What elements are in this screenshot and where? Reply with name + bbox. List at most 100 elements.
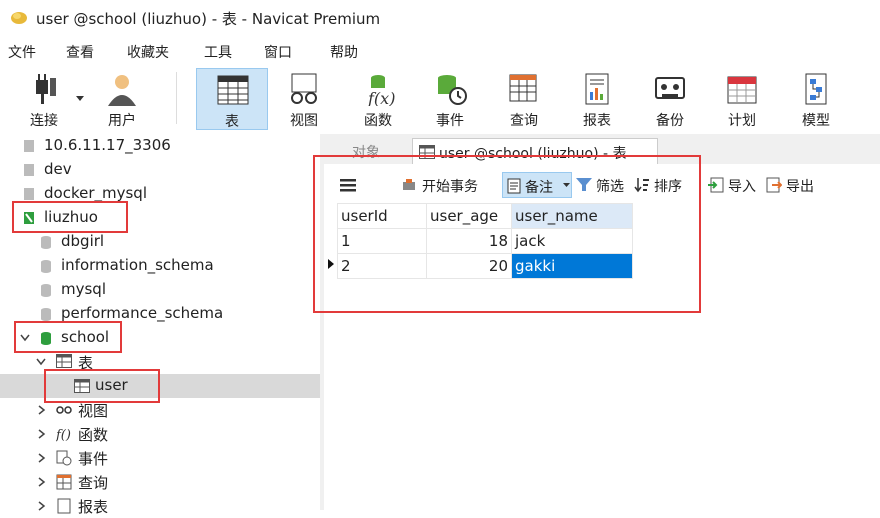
schedule-button[interactable]: 计划 [706, 68, 778, 130]
view-label: 视图 [290, 113, 318, 129]
user-button[interactable]: 用户 [86, 68, 158, 130]
table-icon [217, 75, 249, 105]
database-icon [41, 260, 51, 273]
chevron-down-icon[interactable] [36, 358, 46, 366]
export-icon [766, 177, 782, 193]
table-row[interactable]: 1 18 jack [337, 228, 633, 254]
cell-userid[interactable]: 1 [337, 228, 427, 254]
tree-item-events[interactable]: 事件 [0, 446, 320, 470]
database-item[interactable]: performance_schema [0, 302, 320, 326]
connection-icon [24, 188, 34, 200]
sort-button[interactable]: 排序 [634, 172, 690, 198]
connection-icon [24, 140, 34, 152]
database-item[interactable]: mysql [0, 278, 320, 302]
report-button[interactable]: 报表 [561, 68, 633, 130]
filter-button[interactable]: 筛选 [576, 172, 632, 198]
tab-user-table[interactable]: user @school (liuzhuo) - 表 [412, 138, 658, 164]
menu-view[interactable]: 查看 [66, 42, 94, 62]
cell-user-age[interactable]: 18 [426, 228, 512, 254]
chevron-down-icon[interactable] [20, 334, 30, 342]
chevron-right-icon[interactable] [38, 429, 46, 439]
dropdown-arrow-icon[interactable] [563, 183, 570, 188]
report-icon [585, 73, 609, 105]
connect-button[interactable]: 连接 [8, 68, 80, 130]
table-icon [74, 379, 90, 393]
tab-objects[interactable]: 对象 [324, 138, 408, 164]
menu-favorites[interactable]: 收藏夹 [127, 42, 169, 62]
connection-item-liuzhuo[interactable]: liuzhuo [0, 206, 320, 230]
svg-text:f(): f() [56, 428, 71, 442]
function-button[interactable]: f(x) 函数 [342, 68, 414, 130]
import-button[interactable]: 导入 [708, 172, 764, 198]
column-header-user-name[interactable]: user_name [511, 203, 633, 229]
import-icon [708, 177, 724, 193]
transaction-icon [403, 179, 415, 190]
connect-label: 连接 [30, 113, 58, 129]
hamburger-menu-button[interactable] [338, 172, 358, 198]
chevron-right-icon[interactable] [38, 405, 46, 415]
query-icon [56, 474, 72, 490]
title-bar: user @school (liuzhuo) - 表 - Navicat Pre… [0, 0, 880, 36]
database-item[interactable]: dbgirl [0, 230, 320, 254]
user-label: 用户 [108, 113, 136, 129]
tree-item-tables[interactable]: 表 [0, 350, 320, 374]
column-header-user-age[interactable]: user_age [426, 203, 512, 229]
database-icon [41, 308, 51, 321]
database-item-school[interactable]: school [0, 326, 320, 350]
query-icon [509, 74, 537, 102]
navigation-pane: 10.6.11.17_3306 dev docker_mysql liuzhuo… [0, 134, 320, 516]
backup-icon [655, 77, 685, 99]
connection-item[interactable]: dev [0, 158, 320, 182]
view-icon [56, 406, 72, 414]
table-label: 表 [225, 114, 239, 130]
menu-help[interactable]: 帮助 [330, 42, 358, 62]
note-button[interactable]: 备注 [502, 172, 572, 198]
cell-userid[interactable]: 2 [337, 253, 427, 279]
connection-icon [24, 164, 34, 176]
event-icon [438, 75, 467, 105]
header-row: userId user_age user_name [337, 203, 633, 229]
menu-icon [340, 179, 356, 192]
main-toolbar: 连接 用户 表 视图 f(x) 函数 事件 查询 报表 备份 计划 模型 [0, 66, 880, 132]
cell-user-name[interactable]: jack [511, 228, 633, 254]
tab-strip: 对象 user @school (liuzhuo) - 表 [324, 134, 880, 164]
query-label: 查询 [510, 113, 538, 129]
report-icon [57, 498, 71, 514]
tree-item-reports[interactable]: 报表 [0, 494, 320, 518]
tree-item-user-table[interactable]: user [0, 374, 320, 398]
view-button[interactable]: 视图 [268, 68, 340, 130]
model-button[interactable]: 模型 [780, 68, 852, 130]
event-icon [56, 450, 72, 466]
table-toolbar: 开始事务 备注 筛选 排序 导入 导出 [324, 168, 880, 202]
query-button[interactable]: 查询 [488, 68, 560, 130]
export-button[interactable]: 导出 [766, 172, 822, 198]
menu-window[interactable]: 窗口 [264, 42, 292, 62]
begin-transaction-button[interactable]: 开始事务 [400, 172, 496, 198]
table-row[interactable]: 2 20 gakki [337, 253, 633, 279]
table-button[interactable]: 表 [196, 68, 268, 130]
tree-item-views[interactable]: 视图 [0, 398, 320, 422]
data-grid: userId user_age user_name 1 18 jack 2 20… [337, 203, 633, 279]
menu-file[interactable]: 文件 [8, 42, 36, 62]
menu-bar: 文件 查看 收藏夹 工具 窗口 帮助 [0, 38, 880, 66]
database-icon [41, 332, 51, 345]
database-item[interactable]: information_schema [0, 254, 320, 278]
model-label: 模型 [802, 113, 830, 129]
connection-item[interactable]: 10.6.11.17_3306 [0, 134, 320, 158]
tree-item-queries[interactable]: 查询 [0, 470, 320, 494]
cell-user-name-selected[interactable]: gakki [511, 253, 633, 279]
backup-button[interactable]: 备份 [634, 68, 706, 130]
window-title: user @school (liuzhuo) - 表 - Navicat Pre… [36, 10, 381, 28]
function-label: 函数 [364, 113, 392, 129]
column-header-userid[interactable]: userId [337, 203, 427, 229]
event-button[interactable]: 事件 [414, 68, 486, 130]
dropdown-arrow-icon[interactable] [76, 96, 84, 102]
cell-user-age[interactable]: 20 [426, 253, 512, 279]
menu-tools[interactable]: 工具 [204, 42, 232, 62]
chevron-right-icon[interactable] [38, 453, 46, 463]
chevron-right-icon[interactable] [38, 477, 46, 487]
connection-item[interactable]: docker_mysql [0, 182, 320, 206]
tree-item-functions[interactable]: f() 函数 [0, 422, 320, 446]
table-icon [56, 354, 72, 368]
calendar-icon [727, 76, 757, 104]
